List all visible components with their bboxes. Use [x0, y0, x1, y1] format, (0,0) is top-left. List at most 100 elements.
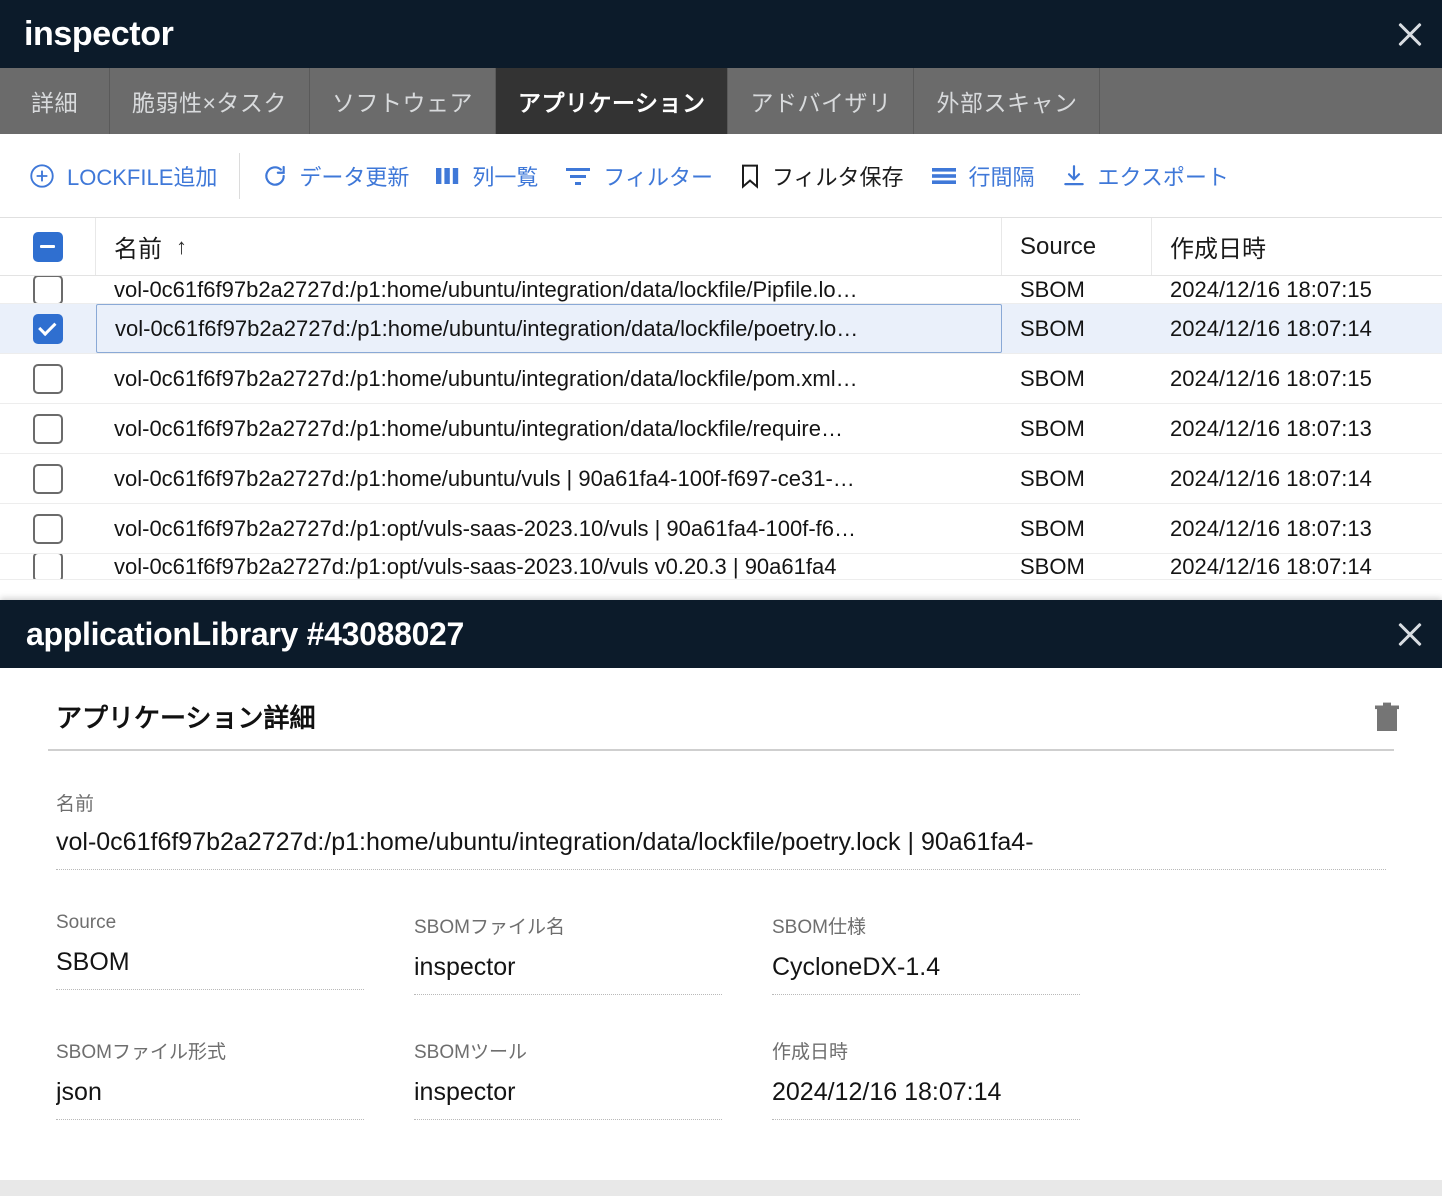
columns-icon [435, 165, 461, 187]
detail-field-sbom-spec: SBOM仕様 CycloneDX-1.4 [772, 912, 1130, 995]
column-header-name[interactable]: 名前 ↑ [96, 218, 1002, 275]
refresh-data-label: データ更新 [299, 164, 410, 190]
table-row[interactable]: vol-0c61f6f97b2a2727d:/p1:home/ubuntu/in… [0, 276, 1442, 304]
row-created: 2024/12/16 18:07:14 [1170, 554, 1372, 579]
detail-field-sbom-spec-value: CycloneDX-1.4 [772, 953, 941, 981]
table-row[interactable]: vol-0c61f6f97b2a2727d:/p1:home/ubuntu/in… [0, 404, 1442, 454]
row-source: SBOM [1020, 315, 1085, 341]
row-created: 2024/12/16 18:07:15 [1170, 276, 1372, 302]
download-icon [1061, 163, 1087, 189]
filter-label: フィルター [603, 164, 713, 190]
row-checkbox[interactable] [33, 513, 63, 544]
row-name: vol-0c61f6f97b2a2727d:/p1:home/ubuntu/in… [114, 276, 858, 302]
trash-icon[interactable] [1372, 700, 1402, 734]
row-spacing-label: 行間隔 [968, 164, 1035, 190]
detail-field-created: 作成日時 2024/12/16 18:07:14 [772, 1037, 1130, 1120]
detail-close-icon[interactable] [1378, 600, 1442, 668]
select-all-checkbox[interactable] [32, 231, 63, 262]
detail-field-source-label: Source [56, 912, 117, 933]
tab-vulnerability-task[interactable]: 脆弱性×タスク [110, 68, 310, 134]
window-title-bar: inspector [0, 0, 1442, 68]
tab-strip: 詳細 脆弱性×タスク ソフトウェア アプリケーション アドバイザリ 外部スキャン [0, 68, 1442, 134]
row-name: vol-0c61f6f97b2a2727d:/p1:home/ubuntu/in… [96, 304, 1002, 353]
row-checkbox-cell [0, 304, 96, 353]
table-row[interactable]: vol-0c61f6f97b2a2727d:/p1:home/ubuntu/in… [0, 354, 1442, 404]
column-header-source[interactable]: Source [1002, 218, 1152, 275]
detail-fields-row-2: SBOMファイル形式 json SBOMツール inspector 作成日時 2… [0, 995, 1442, 1120]
detail-field-sbom-tool-label: SBOMツール [414, 1042, 527, 1063]
row-created: 2024/12/16 18:07:14 [1170, 465, 1372, 491]
table-row[interactable]: vol-0c61f6f97b2a2727d:/p1:home/ubuntu/vu… [0, 454, 1442, 504]
field-underline [772, 994, 1080, 995]
row-source: SBOM [1020, 276, 1085, 302]
row-checkbox[interactable] [33, 413, 63, 444]
row-source: SBOM [1020, 415, 1085, 441]
row-checkbox[interactable] [33, 313, 63, 344]
column-header-created[interactable]: 作成日時 [1152, 218, 1442, 275]
detail-field-sbom-spec-label: SBOM仕様 [772, 917, 866, 938]
detail-field-name-value: vol-0c61f6f97b2a2727d:/p1:home/ubuntu/in… [56, 828, 1386, 870]
row-created: 2024/12/16 18:07:13 [1170, 515, 1372, 541]
close-icon[interactable] [1378, 0, 1442, 68]
refresh-icon [262, 163, 288, 189]
field-underline [414, 1119, 722, 1120]
row-source: SBOM [1020, 465, 1085, 491]
tab-advisory[interactable]: アドバイザリ [728, 68, 915, 134]
row-name: vol-0c61f6f97b2a2727d:/p1:opt/vuls-saas-… [114, 554, 837, 579]
row-checkbox-cell [0, 404, 96, 453]
add-lockfile-button[interactable]: LOCKFILE追加 [16, 152, 229, 200]
table-row[interactable]: vol-0c61f6f97b2a2727d:/p1:home/ubuntu/in… [0, 304, 1442, 354]
detail-field-name-label: 名前 [56, 794, 95, 815]
row-source: SBOM [1020, 554, 1085, 579]
row-checkbox[interactable] [33, 276, 63, 303]
tab-details[interactable]: 詳細 [0, 68, 110, 134]
add-lockfile-label: LOCKFILE追加 [67, 164, 218, 190]
field-underline [414, 994, 722, 995]
row-created: 2024/12/16 18:07:13 [1170, 415, 1372, 441]
table-header-row: 名前 ↑ Source 作成日時 [0, 218, 1442, 276]
row-checkbox-cell [0, 354, 96, 403]
row-checkbox-cell [0, 554, 96, 579]
detail-field-sbom-filename: SBOMファイル名 inspector [414, 912, 772, 995]
tab-software[interactable]: ソフトウェア [310, 68, 496, 134]
column-header-name-label: 名前 [114, 236, 162, 263]
detail-panel-title: applicationLibrary #43088027 [26, 615, 465, 652]
detail-panel-header: applicationLibrary #43088027 [0, 600, 1442, 668]
filter-button[interactable]: フィルター [552, 152, 725, 200]
table-toolbar: LOCKFILE追加 データ更新 列一覧 フィルター フィルタ保存 行間隔 エク… [0, 134, 1442, 218]
row-created: 2024/12/16 18:07:15 [1170, 365, 1372, 391]
export-button[interactable]: エクスポート [1049, 152, 1241, 200]
row-checkbox-cell [0, 504, 96, 553]
columns-button[interactable]: 列一覧 [423, 152, 550, 200]
detail-field-name: 名前 vol-0c61f6f97b2a2727d:/p1:home/ubuntu… [0, 751, 1442, 870]
table-row[interactable]: vol-0c61f6f97b2a2727d:/p1:opt/vuls-saas-… [0, 504, 1442, 554]
refresh-data-button[interactable]: データ更新 [250, 152, 421, 200]
row-checkbox-cell [0, 454, 96, 503]
field-underline [772, 1119, 1080, 1120]
save-filter-button[interactable]: フィルタ保存 [727, 152, 916, 200]
row-checkbox[interactable] [33, 463, 63, 494]
export-label: エクスポート [1097, 164, 1229, 190]
tab-external-scan[interactable]: 外部スキャン [914, 68, 1101, 134]
tab-application[interactable]: アプリケーション [495, 68, 729, 134]
save-filter-label: フィルタ保存 [771, 164, 904, 190]
row-checkbox[interactable] [33, 554, 63, 579]
detail-field-sbom-format-label: SBOMファイル形式 [56, 1042, 226, 1063]
row-spacing-button[interactable]: 行間隔 [918, 152, 1047, 200]
application-table: 名前 ↑ Source 作成日時 vol-0c61f6f97b2a2727d:/… [0, 218, 1442, 600]
row-name: vol-0c61f6f97b2a2727d:/p1:home/ubuntu/vu… [114, 465, 855, 491]
row-source: SBOM [1020, 515, 1085, 541]
row-name: vol-0c61f6f97b2a2727d:/p1:home/ubuntu/in… [114, 415, 843, 441]
row-checkbox[interactable] [33, 363, 63, 394]
detail-fields-row-1: Source SBOM SBOMファイル名 inspector SBOM仕様 C… [0, 870, 1442, 995]
row-name: vol-0c61f6f97b2a2727d:/p1:home/ubuntu/in… [114, 365, 858, 391]
detail-panel-footer-strip [0, 1180, 1442, 1196]
detail-field-sbom-tool: SBOMツール inspector [414, 1037, 772, 1120]
detail-panel-body: アプリケーション詳細 名前 vol-0c61f6f97b2a2727d:/p1:… [0, 668, 1442, 1196]
density-icon [930, 165, 958, 187]
plus-circle-icon [28, 162, 56, 190]
table-row[interactable]: vol-0c61f6f97b2a2727d:/p1:opt/vuls-saas-… [0, 554, 1442, 580]
columns-label: 列一覧 [472, 164, 539, 190]
detail-field-sbom-filename-label: SBOMファイル名 [414, 917, 565, 938]
detail-section-title: アプリケーション詳細 [56, 703, 316, 733]
